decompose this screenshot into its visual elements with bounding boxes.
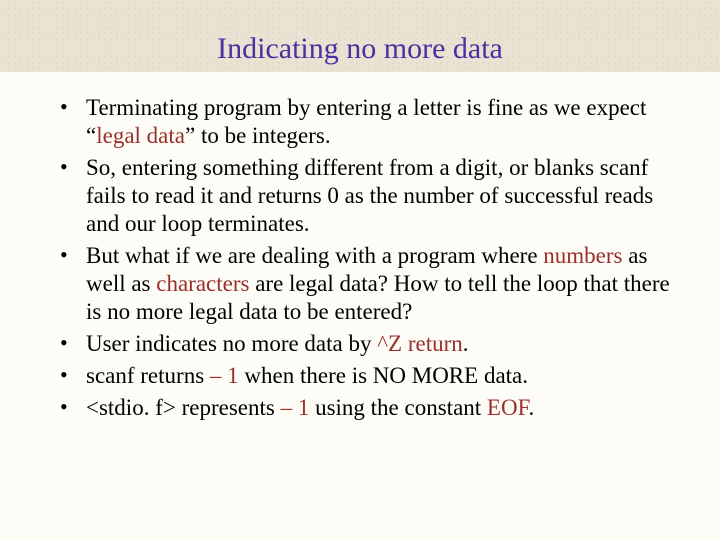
text: scanf returns (86, 363, 210, 388)
highlight: – 1 (210, 363, 239, 388)
text: when there is NO MORE data. (239, 363, 528, 388)
bullet-item: scanf returns – 1 when there is NO MORE … (60, 362, 690, 390)
highlight: EOF (487, 395, 529, 420)
bullet-item: So, entering something different from a … (60, 154, 690, 238)
text: . (463, 331, 469, 356)
bullet-item: But what if we are dealing with a progra… (60, 242, 690, 326)
highlight: characters (156, 271, 249, 296)
text: User indicates no more data by (86, 331, 377, 356)
highlight: ^Z return (377, 331, 463, 356)
text: So, entering something different from a … (86, 155, 653, 236)
bullet-item: Terminating program by entering a letter… (60, 94, 690, 150)
bullet-item: User indicates no more data by ^Z return… (60, 330, 690, 358)
text: <stdio. f> represents (86, 395, 281, 420)
highlight: legal data (96, 123, 185, 148)
slide-content: Terminating program by entering a letter… (0, 72, 720, 423)
bullet-item: <stdio. f> represents – 1 using the cons… (60, 394, 690, 422)
highlight: – 1 (281, 395, 310, 420)
title-band: Indicating no more data (0, 0, 720, 72)
text: ” to be integers. (185, 123, 331, 148)
highlight: numbers (543, 243, 622, 268)
bullet-list: Terminating program by entering a letter… (30, 94, 690, 423)
slide-title: Indicating no more data (217, 32, 503, 66)
text: using the constant (309, 395, 487, 420)
text: But what if we are dealing with a progra… (86, 243, 543, 268)
text: . (529, 395, 535, 420)
